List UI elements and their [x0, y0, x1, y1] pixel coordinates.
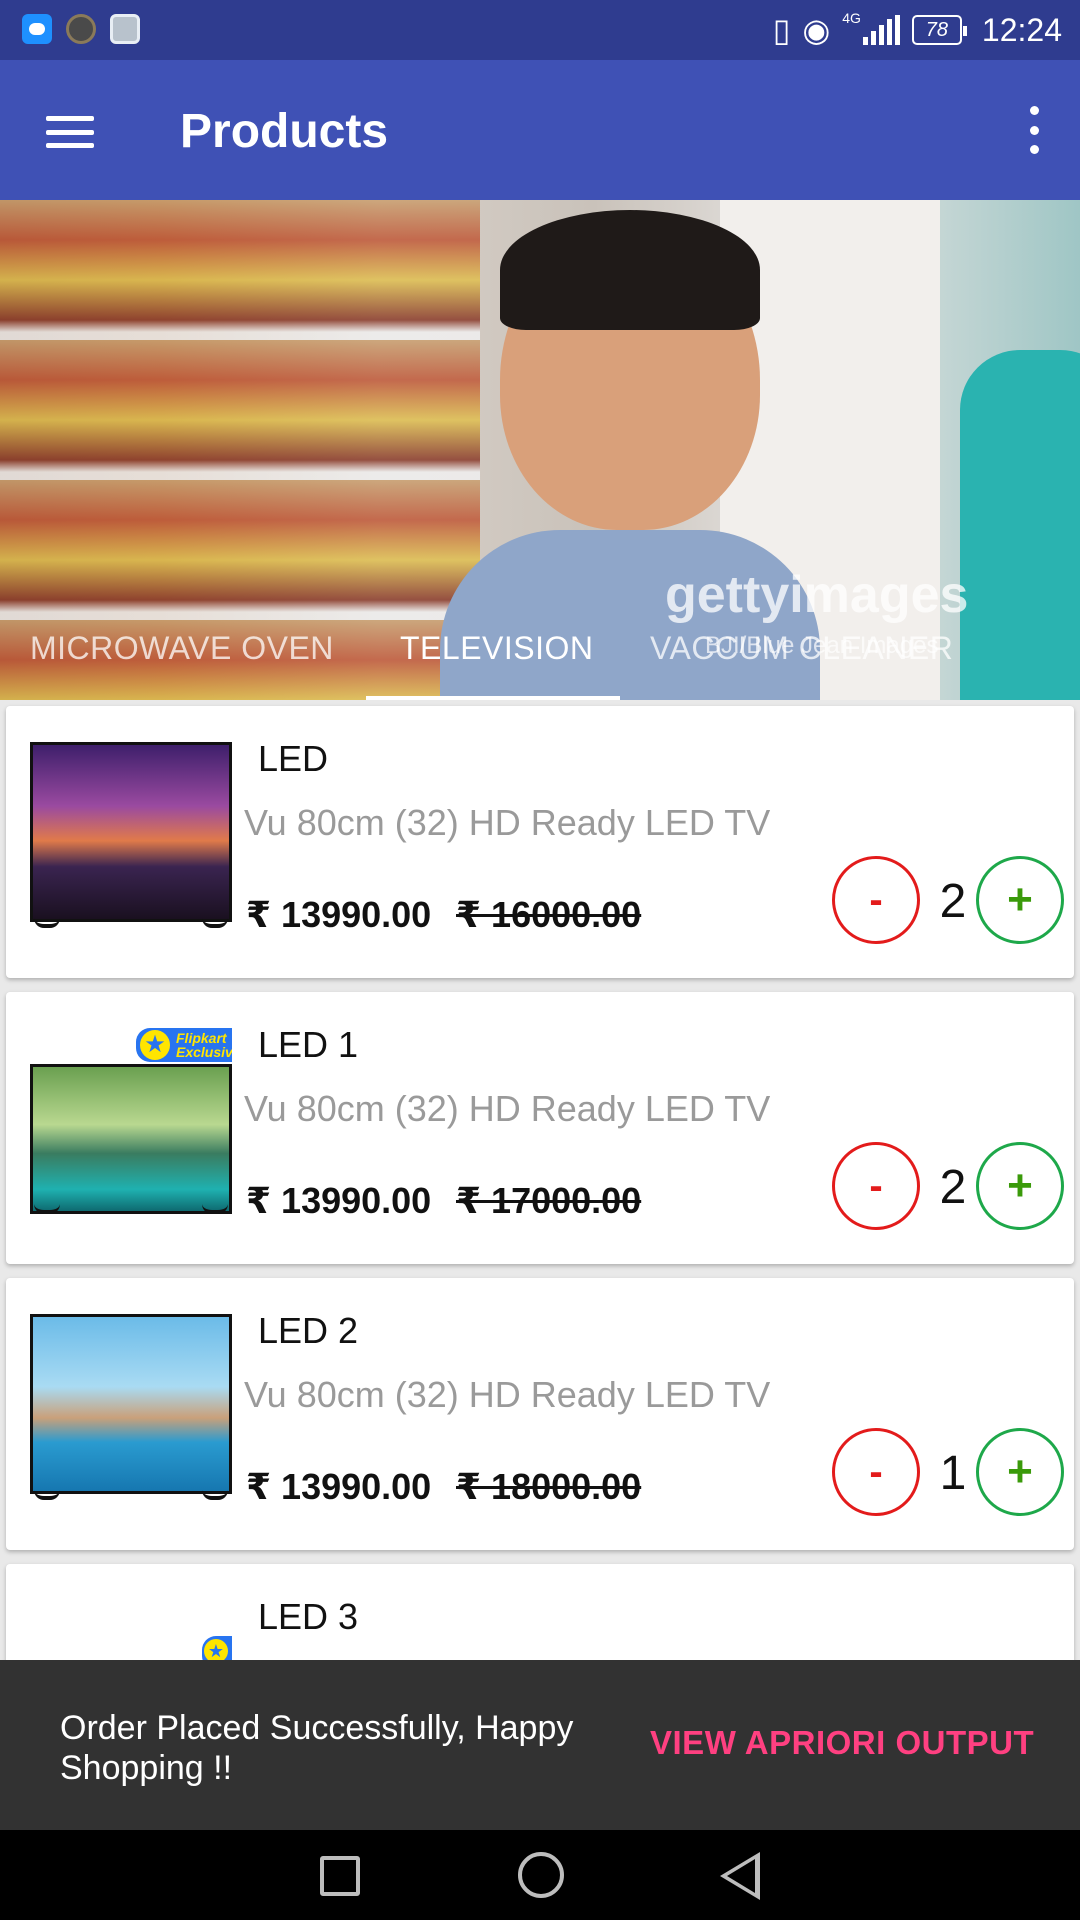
vibrate-icon: ▯ [772, 12, 791, 48]
snackbar-message: Order Placed Successfully, Happy Shoppin… [60, 1709, 574, 1787]
category-banner: gettyimages BJI/Blue Jean Images MICROWA… [0, 200, 1080, 700]
page-title: Products [180, 105, 389, 158]
gallery-icon [110, 14, 140, 44]
tv-stand [30, 1490, 232, 1500]
hamburger-menu-icon[interactable] [46, 116, 94, 148]
system-icons: ▯ ◉ 4G 78 12:24 [773, 8, 1062, 52]
category-tabs: MICROWAVE OVEN TELEVISION VACCUM CLEANER [0, 600, 1080, 700]
signal-icon [862, 15, 900, 45]
network-type: 4G [842, 10, 861, 26]
tab-microwave-oven[interactable]: MICROWAVE OVEN [30, 630, 334, 667]
increase-quantity-button[interactable]: + [976, 856, 1064, 944]
snackbar: Order Placed Successfully, Happy Shoppin… [0, 1660, 1080, 1830]
clock: 12:24 [981, 11, 1062, 48]
product-description: Vu 80cm (32) HD Ready LED TV [244, 1374, 771, 1415]
product-price: ₹ 13990.00 [246, 1180, 432, 1221]
quantity-value: 2 [939, 875, 967, 928]
product-image: ★ Flipkart Exclusive [30, 1028, 232, 1218]
banner-image-hair [500, 210, 760, 330]
product-image [30, 742, 232, 932]
tv-screen [30, 1314, 232, 1494]
product-description: Vu 80cm (32) HD Ready LED TV [244, 1088, 771, 1129]
battery-icon: 78 [911, 15, 967, 45]
product-mrp: ₹ 16000.00 [456, 894, 642, 935]
product-image [30, 1314, 232, 1504]
product-price: ₹ 13990.00 [246, 894, 432, 935]
tab-vaccum-cleaner[interactable]: VACCUM CLEANER [650, 630, 953, 667]
app-bar: Products [0, 60, 1080, 200]
product-name: LED 1 [258, 1024, 359, 1065]
product-mrp: ₹ 17000.00 [456, 1180, 642, 1221]
product-price: ₹ 13990.00 [246, 1466, 432, 1507]
product-mrp: ₹ 18000.00 [456, 1466, 642, 1507]
product-card[interactable]: LED Vu 80cm (32) HD Ready LED TV ₹ 13990… [6, 706, 1074, 978]
product-card[interactable]: LED 2 Vu 80cm (32) HD Ready LED TV ₹ 139… [6, 1278, 1074, 1550]
view-apriori-output-button[interactable]: VIEW APRIORI OUTPUT [650, 1724, 1034, 1762]
increase-quantity-button[interactable]: + [976, 1142, 1064, 1230]
increase-quantity-button[interactable]: + [976, 1428, 1064, 1516]
avatar-icon [66, 14, 96, 44]
quantity-value: 2 [939, 1161, 967, 1214]
quantity-value: 1 [939, 1447, 967, 1500]
more-vert-icon[interactable] [1028, 106, 1040, 154]
product-name: LED 2 [258, 1310, 359, 1351]
star-icon: ★ [140, 1030, 170, 1060]
recent-apps-icon[interactable] [320, 1856, 360, 1896]
tv-stand [30, 1204, 232, 1214]
home-icon[interactable] [518, 1852, 564, 1898]
tab-indicator [366, 696, 620, 700]
back-icon[interactable] [720, 1852, 760, 1900]
product-name: LED [258, 738, 329, 779]
system-nav-bar [0, 1830, 1080, 1920]
decrease-quantity-button[interactable]: - [832, 856, 920, 944]
notification-icons [22, 14, 140, 44]
eye-icon: ◉ [802, 12, 831, 48]
product-description: Vu 80cm (32) HD Ready LED TV [244, 802, 771, 843]
tv-screen [30, 1064, 232, 1214]
tv-screen [30, 742, 232, 922]
tab-television[interactable]: TELEVISION [400, 630, 594, 667]
product-name: LED 3 [258, 1596, 359, 1637]
status-bar: ▯ ◉ 4G 78 12:24 [0, 0, 1080, 60]
badge-label: Flipkart Exclusive [176, 1030, 232, 1060]
product-card[interactable]: ★ Flipkart Exclusive LED 1 Vu 80cm (32) … [6, 992, 1074, 1264]
tv-stand [30, 918, 232, 928]
decrease-quantity-button[interactable]: - [832, 1428, 920, 1516]
flipkart-badge: ★ Flipkart Exclusive [136, 1028, 232, 1062]
decrease-quantity-button[interactable]: - [832, 1142, 920, 1230]
message-icon [22, 14, 52, 44]
